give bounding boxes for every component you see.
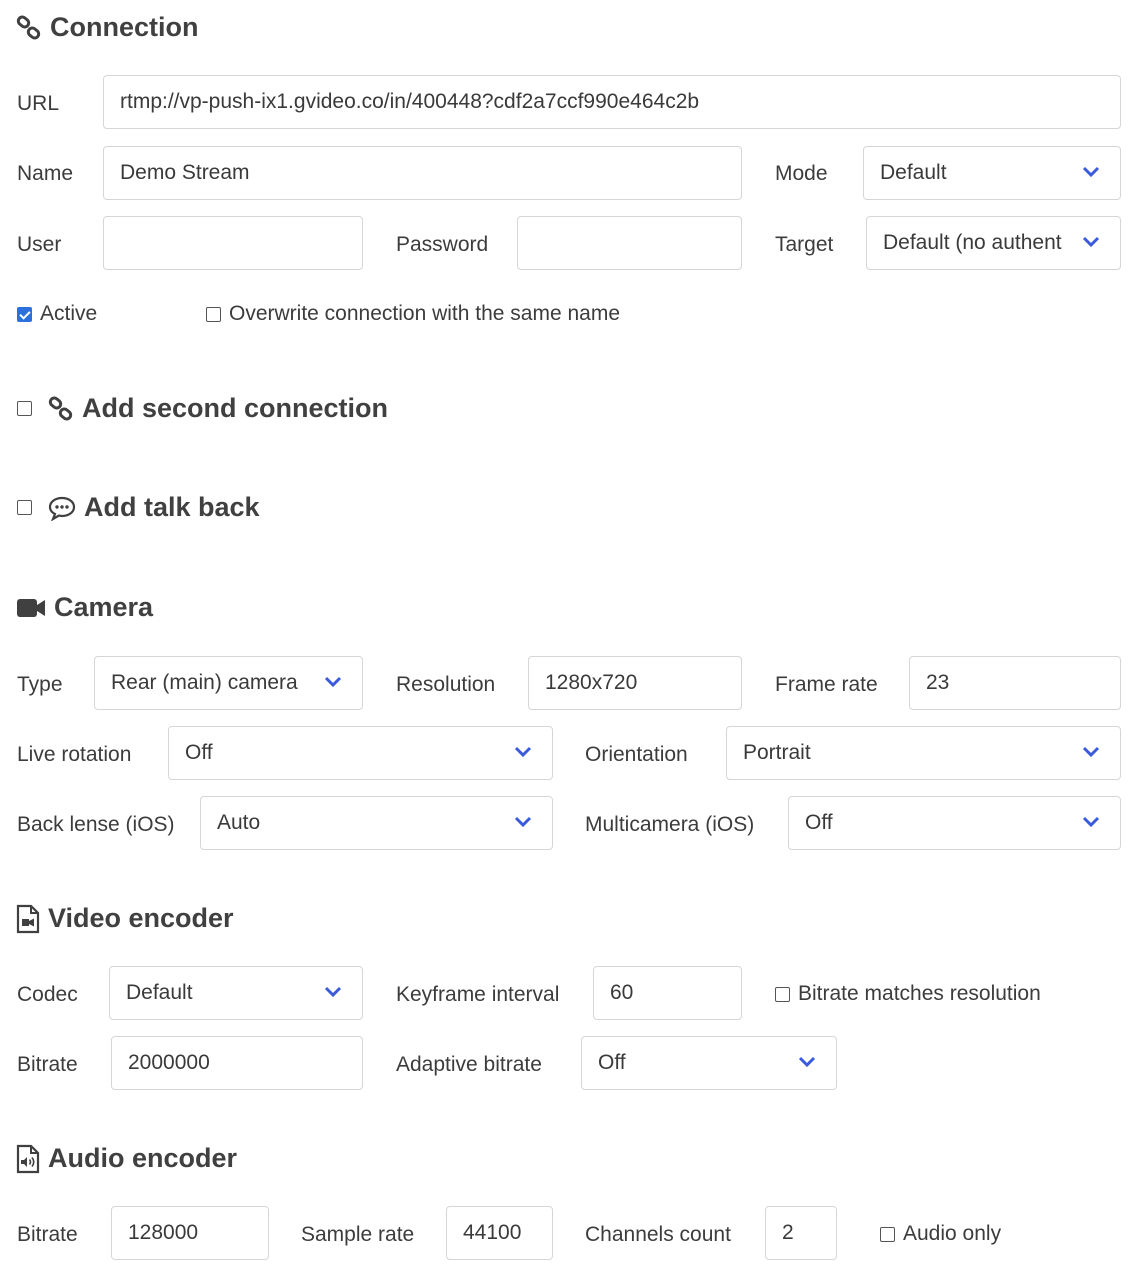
orientation-label: Orientation [585, 743, 688, 766]
multicamera-value: Off [805, 811, 833, 834]
frame-rate-label: Frame rate [775, 673, 878, 696]
audio-only-checkbox-box[interactable] [880, 1226, 895, 1242]
bitrate-matches-checkbox[interactable]: Bitrate matches resolution [775, 982, 1041, 1006]
target-select[interactable]: Default (no authent [866, 216, 1121, 270]
camera-heading: Camera [16, 592, 153, 623]
type-label: Type [17, 673, 63, 696]
user-label: User [17, 233, 62, 256]
chevron-down-icon [1082, 166, 1100, 178]
overwrite-label: Overwrite connection with the same name [229, 302, 621, 325]
channels-count-value: 2 [782, 1221, 794, 1244]
second-connection-heading[interactable]: Add second connection [17, 393, 388, 424]
orientation-value: Portrait [743, 741, 811, 764]
camera-heading-text: Camera [54, 592, 154, 622]
link-icon [16, 15, 41, 39]
overwrite-checkbox[interactable]: Overwrite connection with the same name [206, 302, 620, 326]
video-encoder-heading: Video encoder [16, 903, 234, 934]
password-label: Password [396, 233, 489, 256]
chevron-down-icon [1082, 816, 1100, 828]
multicamera-label: Multicamera (iOS) [585, 813, 755, 836]
user-input[interactable] [103, 216, 363, 270]
url-value: rtmp://vp-push-ix1.gvideo.co/in/400448?c… [120, 90, 700, 113]
live-rotation-label: Live rotation [17, 743, 132, 766]
back-lense-select[interactable]: Auto [200, 796, 553, 850]
video-bitrate-input[interactable]: 2000000 [111, 1036, 363, 1090]
sample-rate-label: Sample rate [301, 1223, 415, 1246]
chevron-down-icon [324, 676, 342, 688]
resolution-value: 1280x720 [545, 671, 638, 694]
sample-rate-input[interactable]: 44100 [446, 1206, 553, 1260]
video-bitrate-label: Bitrate [17, 1053, 78, 1076]
url-label: URL [17, 92, 60, 115]
audio-bitrate-value: 128000 [128, 1221, 199, 1244]
frame-rate-input[interactable]: 23 [909, 656, 1121, 710]
chevron-down-icon [514, 816, 532, 828]
mode-value: Default [880, 161, 947, 184]
video-bitrate-value: 2000000 [128, 1051, 210, 1074]
active-checkbox-box[interactable] [17, 306, 32, 322]
adaptive-bitrate-select[interactable]: Off [581, 1036, 837, 1090]
target-label: Target [775, 233, 834, 256]
name-label: Name [17, 162, 74, 185]
sample-rate-value: 44100 [463, 1221, 522, 1244]
active-checkbox[interactable]: Active [17, 302, 97, 326]
keyframe-input[interactable]: 60 [593, 966, 742, 1020]
second-connection-heading-text: Add second connection [82, 393, 389, 423]
video-encoder-heading-text: Video encoder [48, 903, 234, 933]
live-rotation-select[interactable]: Off [168, 726, 553, 780]
resolution-label: Resolution [396, 673, 496, 696]
orientation-select[interactable]: Portrait [726, 726, 1121, 780]
keyframe-value: 60 [610, 981, 634, 1004]
name-input[interactable]: Demo Stream [103, 146, 742, 200]
codec-value: Default [126, 981, 193, 1004]
name-value: Demo Stream [120, 161, 250, 184]
type-value: Rear (main) camera [111, 671, 298, 694]
second-connection-checkbox[interactable] [17, 401, 32, 416]
live-rotation-value: Off [185, 741, 213, 764]
chevron-down-icon [514, 746, 532, 758]
adaptive-bitrate-value: Off [598, 1051, 626, 1074]
channels-count-input[interactable]: 2 [765, 1206, 837, 1260]
chevron-down-icon [324, 986, 342, 998]
bitrate-matches-label: Bitrate matches resolution [798, 982, 1041, 1005]
target-value: Default (no authent [883, 231, 1062, 254]
connection-heading: Connection [16, 12, 199, 43]
link-icon [48, 396, 73, 420]
audio-encoder-heading-text: Audio encoder [48, 1143, 238, 1173]
audio-only-label: Audio only [903, 1222, 1002, 1245]
frame-rate-value: 23 [926, 671, 950, 694]
audio-encoder-heading: Audio encoder [16, 1143, 237, 1174]
audio-file-icon [16, 1144, 40, 1173]
resolution-input[interactable]: 1280x720 [528, 656, 742, 710]
back-lense-label: Back lense (iOS) [17, 813, 175, 836]
url-input[interactable]: rtmp://vp-push-ix1.gvideo.co/in/400448?c… [103, 75, 1121, 129]
talk-back-heading-text: Add talk back [84, 492, 260, 522]
connection-heading-text: Connection [50, 12, 199, 42]
speech-bubble-icon [48, 496, 76, 521]
talk-back-heading[interactable]: Add talk back [17, 492, 260, 523]
password-input[interactable] [517, 216, 742, 270]
chevron-down-icon [798, 1056, 816, 1068]
mode-label: Mode [775, 162, 828, 185]
keyframe-label: Keyframe interval [396, 983, 560, 1006]
video-file-icon [16, 904, 40, 933]
type-select[interactable]: Rear (main) camera [94, 656, 363, 710]
audio-bitrate-input[interactable]: 128000 [111, 1206, 269, 1260]
active-label: Active [40, 302, 98, 325]
chevron-down-icon [1082, 236, 1100, 248]
chevron-down-icon [1082, 746, 1100, 758]
codec-label: Codec [17, 983, 78, 1006]
mode-select[interactable]: Default [863, 146, 1121, 200]
codec-select[interactable]: Default [109, 966, 363, 1020]
channels-count-label: Channels count [585, 1223, 731, 1246]
overwrite-checkbox-box[interactable] [206, 306, 221, 322]
talk-back-checkbox[interactable] [17, 500, 32, 515]
audio-bitrate-label: Bitrate [17, 1223, 78, 1246]
multicamera-select[interactable]: Off [788, 796, 1121, 850]
bitrate-matches-checkbox-box[interactable] [775, 986, 790, 1002]
back-lense-value: Auto [217, 811, 261, 834]
adaptive-bitrate-label: Adaptive bitrate [396, 1053, 542, 1076]
audio-only-checkbox[interactable]: Audio only [880, 1222, 1001, 1246]
video-camera-icon [17, 598, 45, 617]
